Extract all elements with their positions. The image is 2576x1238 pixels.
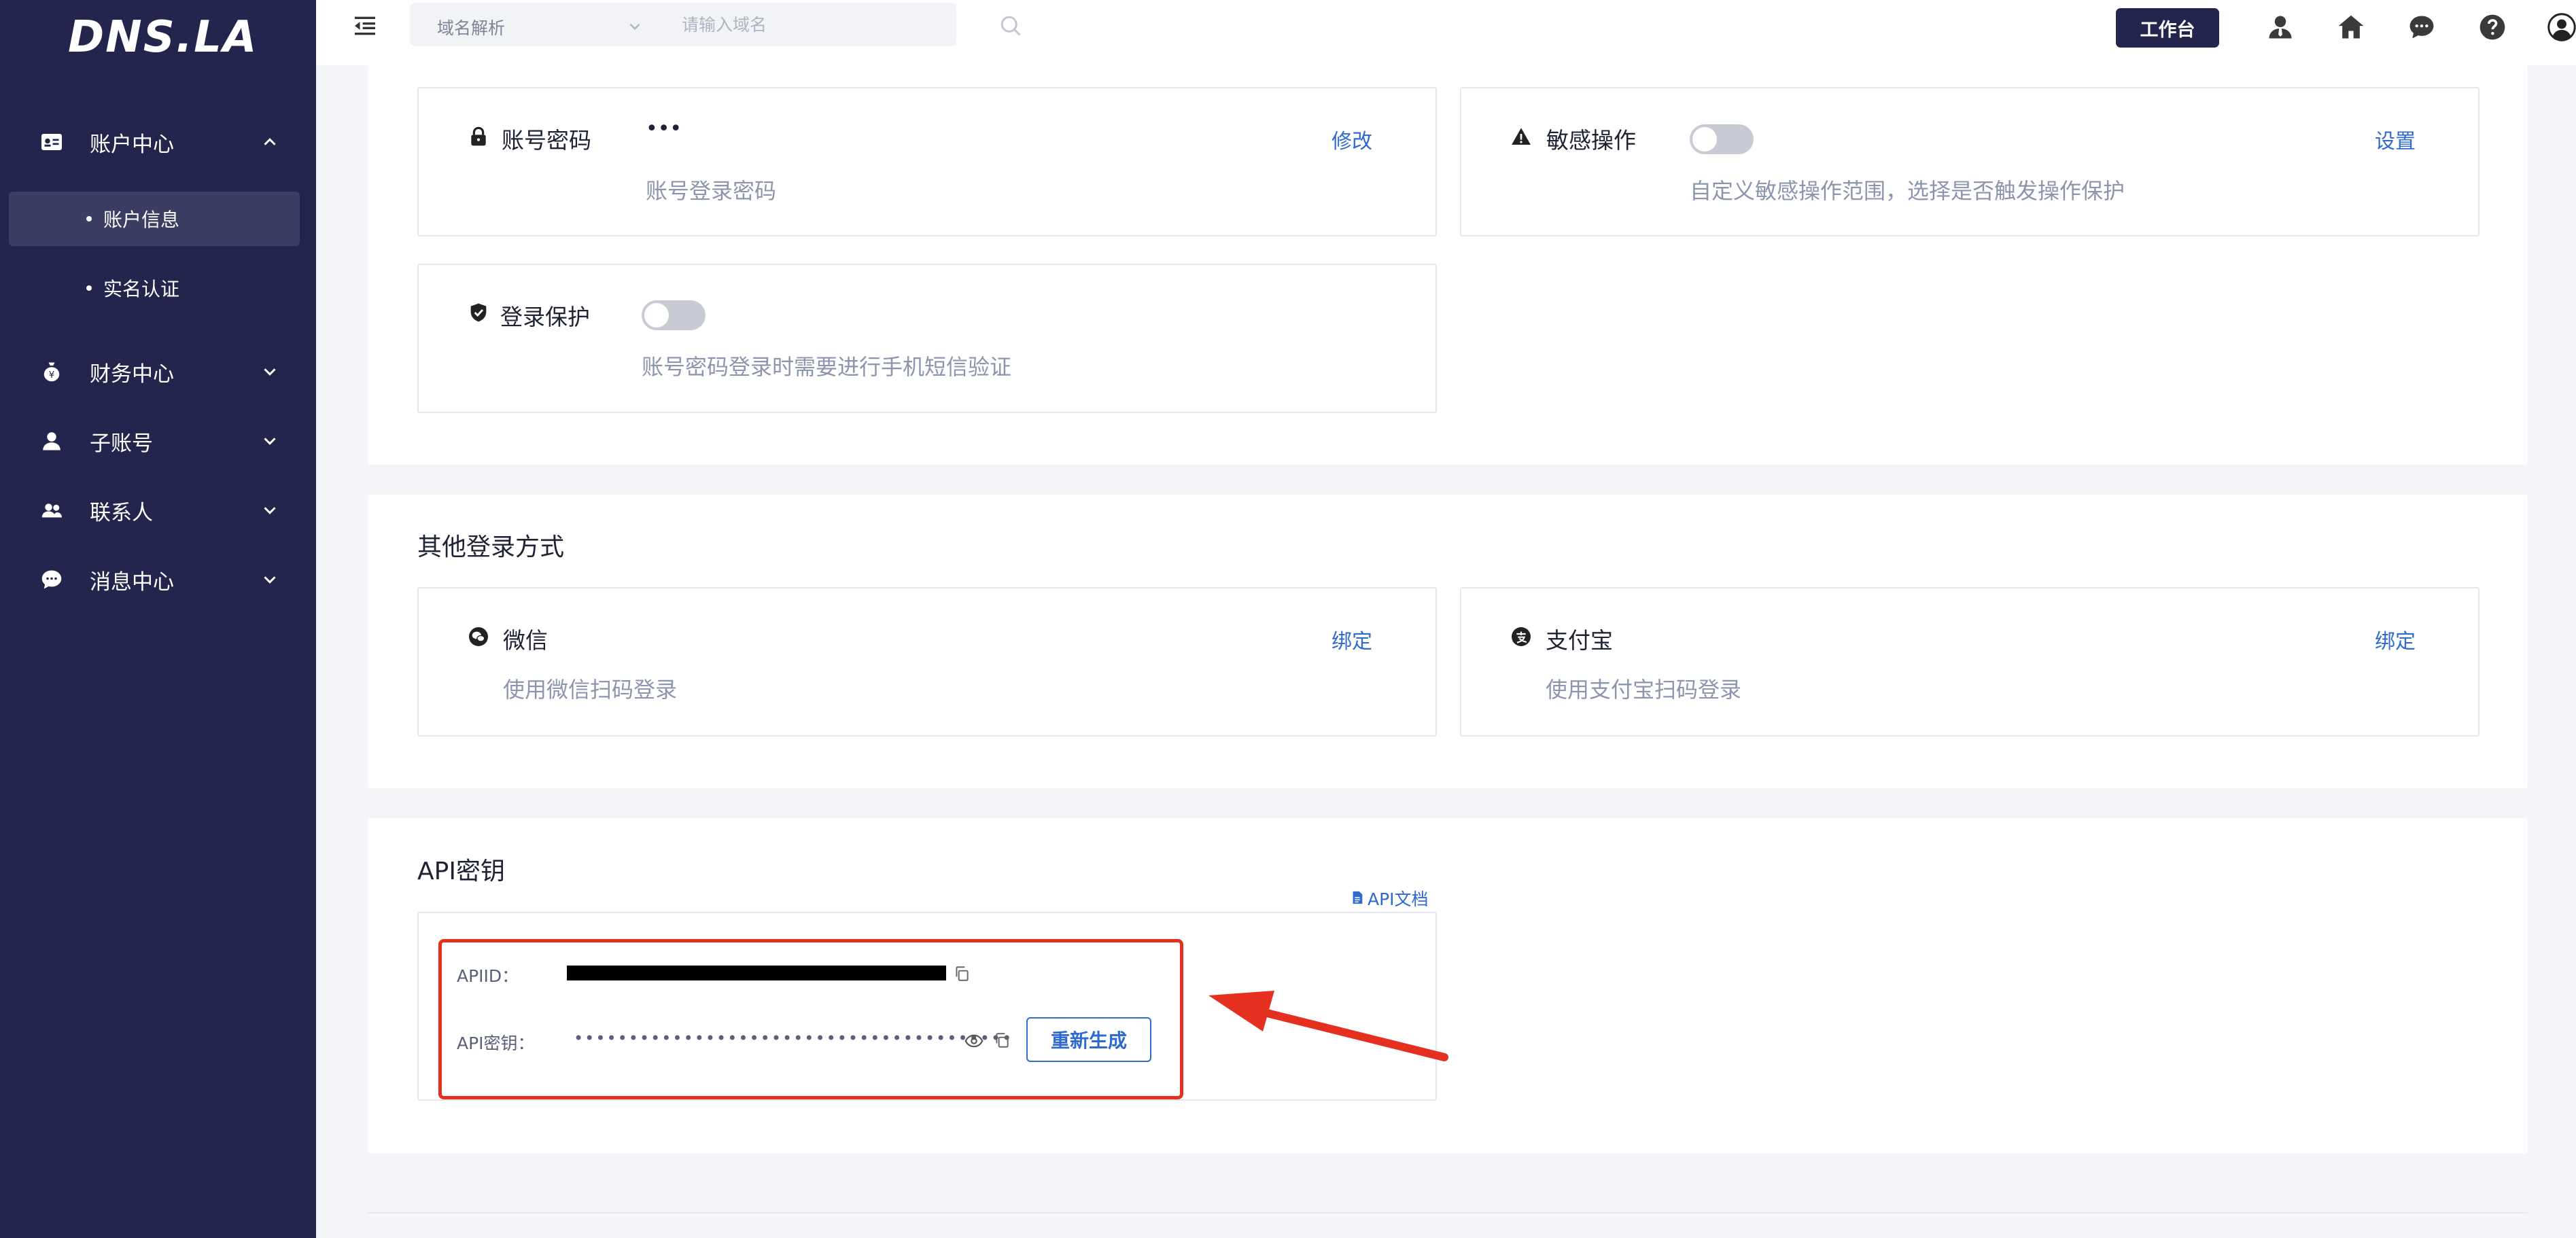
- sidebar-group-messages[interactable]: 消息中心: [0, 552, 316, 607]
- chat-bubble-icon: [41, 570, 62, 589]
- annotation-arrow: [1208, 991, 1448, 1061]
- domain-search: 域名解析: [410, 3, 1021, 46]
- annotation-highlight-box: [438, 939, 1183, 1099]
- money-bag-icon: ¥: [43, 362, 60, 382]
- password-title: 账号密码: [502, 127, 591, 154]
- sidebar-group-contacts[interactable]: 联系人: [0, 483, 316, 537]
- user-icon: [43, 432, 60, 450]
- password-description: 账号登录密码: [646, 178, 777, 204]
- collapse-menu-icon[interactable]: [351, 12, 379, 39]
- chevron-down-icon[interactable]: [626, 18, 644, 35]
- bind-alipay-link[interactable]: 绑定: [2375, 624, 2416, 654]
- workbench-button[interactable]: 工作台: [2116, 8, 2219, 48]
- bullet-dot: [86, 216, 92, 222]
- sidebar-group-label: 消息中心: [90, 569, 174, 595]
- wechat-icon: [469, 627, 488, 646]
- change-password-link[interactable]: 修改: [1331, 124, 1372, 154]
- wechat-description: 使用微信扫码登录: [503, 677, 678, 703]
- home-icon[interactable]: [2336, 12, 2366, 42]
- sidebar-group-sub-accounts[interactable]: 子账号: [0, 414, 316, 468]
- login-protection-description: 账号密码登录时需要进行手机短信验证: [642, 354, 1012, 380]
- api-doc-link[interactable]: API文档: [1368, 886, 1429, 910]
- wechat-card: [417, 587, 1437, 737]
- api-key-title: API密钥: [417, 857, 505, 885]
- sidebar-group-label: 联系人: [90, 500, 153, 525]
- password-card: [417, 87, 1437, 236]
- sidebar-group-label: 财务中心: [90, 361, 174, 387]
- chevron-down-icon: [264, 368, 276, 376]
- user-icon[interactable]: [2265, 12, 2295, 42]
- sidebar-group-label: 账户中心: [90, 132, 174, 157]
- svg-text:¥: ¥: [49, 370, 55, 381]
- sidebar-group-label: 子账号: [90, 431, 153, 456]
- bullet-dot: [86, 285, 92, 291]
- password-masked-value: •••: [646, 117, 682, 141]
- login-protection-toggle[interactable]: [642, 300, 706, 330]
- sensitive-operation-description: 自定义敏感操作范围，选择是否触发操作保护: [1690, 178, 2125, 204]
- lock-icon: [471, 126, 486, 146]
- sidebar-item-real-name-auth[interactable]: 实名认证: [0, 261, 316, 315]
- footer-divider: [368, 1212, 2528, 1214]
- shield-check-icon: [470, 303, 487, 322]
- avatar-icon[interactable]: [2547, 12, 2576, 42]
- sensitive-operation-toggle[interactable]: [1690, 124, 1754, 154]
- sidebar-item-account-info[interactable]: 账户信息: [9, 192, 300, 246]
- brand-logo[interactable]: DNS.LA: [68, 12, 258, 63]
- login-protection-card: [417, 264, 1437, 413]
- topbar: 域名解析 工作台: [316, 0, 2576, 65]
- document-icon[interactable]: [1350, 889, 1365, 906]
- alipay-card: [1460, 587, 2479, 737]
- sensitive-operation-card: [1460, 87, 2479, 236]
- contacts-icon: [41, 503, 62, 518]
- alipay-title: 支付宝: [1546, 627, 1613, 654]
- bind-wechat-link[interactable]: 绑定: [1331, 624, 1372, 654]
- chevron-down-icon: [264, 507, 276, 514]
- sidebar-item-label: 账户信息: [103, 209, 180, 231]
- id-card-icon: [41, 134, 62, 150]
- other-login-title: 其他登录方式: [417, 533, 565, 561]
- sidebar-group-finance[interactable]: ¥ 财务中心: [0, 344, 316, 399]
- chevron-down-icon: [264, 438, 276, 445]
- search-icon[interactable]: [998, 14, 1023, 38]
- chat-icon[interactable]: [2407, 12, 2437, 42]
- login-protection-title: 登录保护: [500, 304, 590, 330]
- sensitive-operation-title: 敏感操作: [1546, 127, 1636, 154]
- search-type-select[interactable]: 域名解析: [437, 15, 505, 39]
- sidebar-item-label: 实名认证: [103, 278, 180, 300]
- chevron-down-icon: [264, 576, 276, 584]
- alipay-description: 使用支付宝扫码登录: [1546, 677, 1742, 703]
- wechat-title: 微信: [503, 627, 548, 654]
- sidebar-group-account-center[interactable]: 账户中心: [0, 115, 316, 169]
- alipay-icon: [1512, 627, 1531, 646]
- sensitive-operation-settings-link[interactable]: 设置: [2375, 124, 2416, 154]
- warning-icon: [1512, 128, 1531, 145]
- chevron-up-icon: [264, 138, 276, 145]
- help-icon[interactable]: [2477, 12, 2507, 42]
- search-input[interactable]: [682, 11, 926, 38]
- sidebar: DNS.LA 账户中心 账户信息 实名认证 ¥ 财务中心 子账号 联系人 消息中…: [0, 0, 316, 1238]
